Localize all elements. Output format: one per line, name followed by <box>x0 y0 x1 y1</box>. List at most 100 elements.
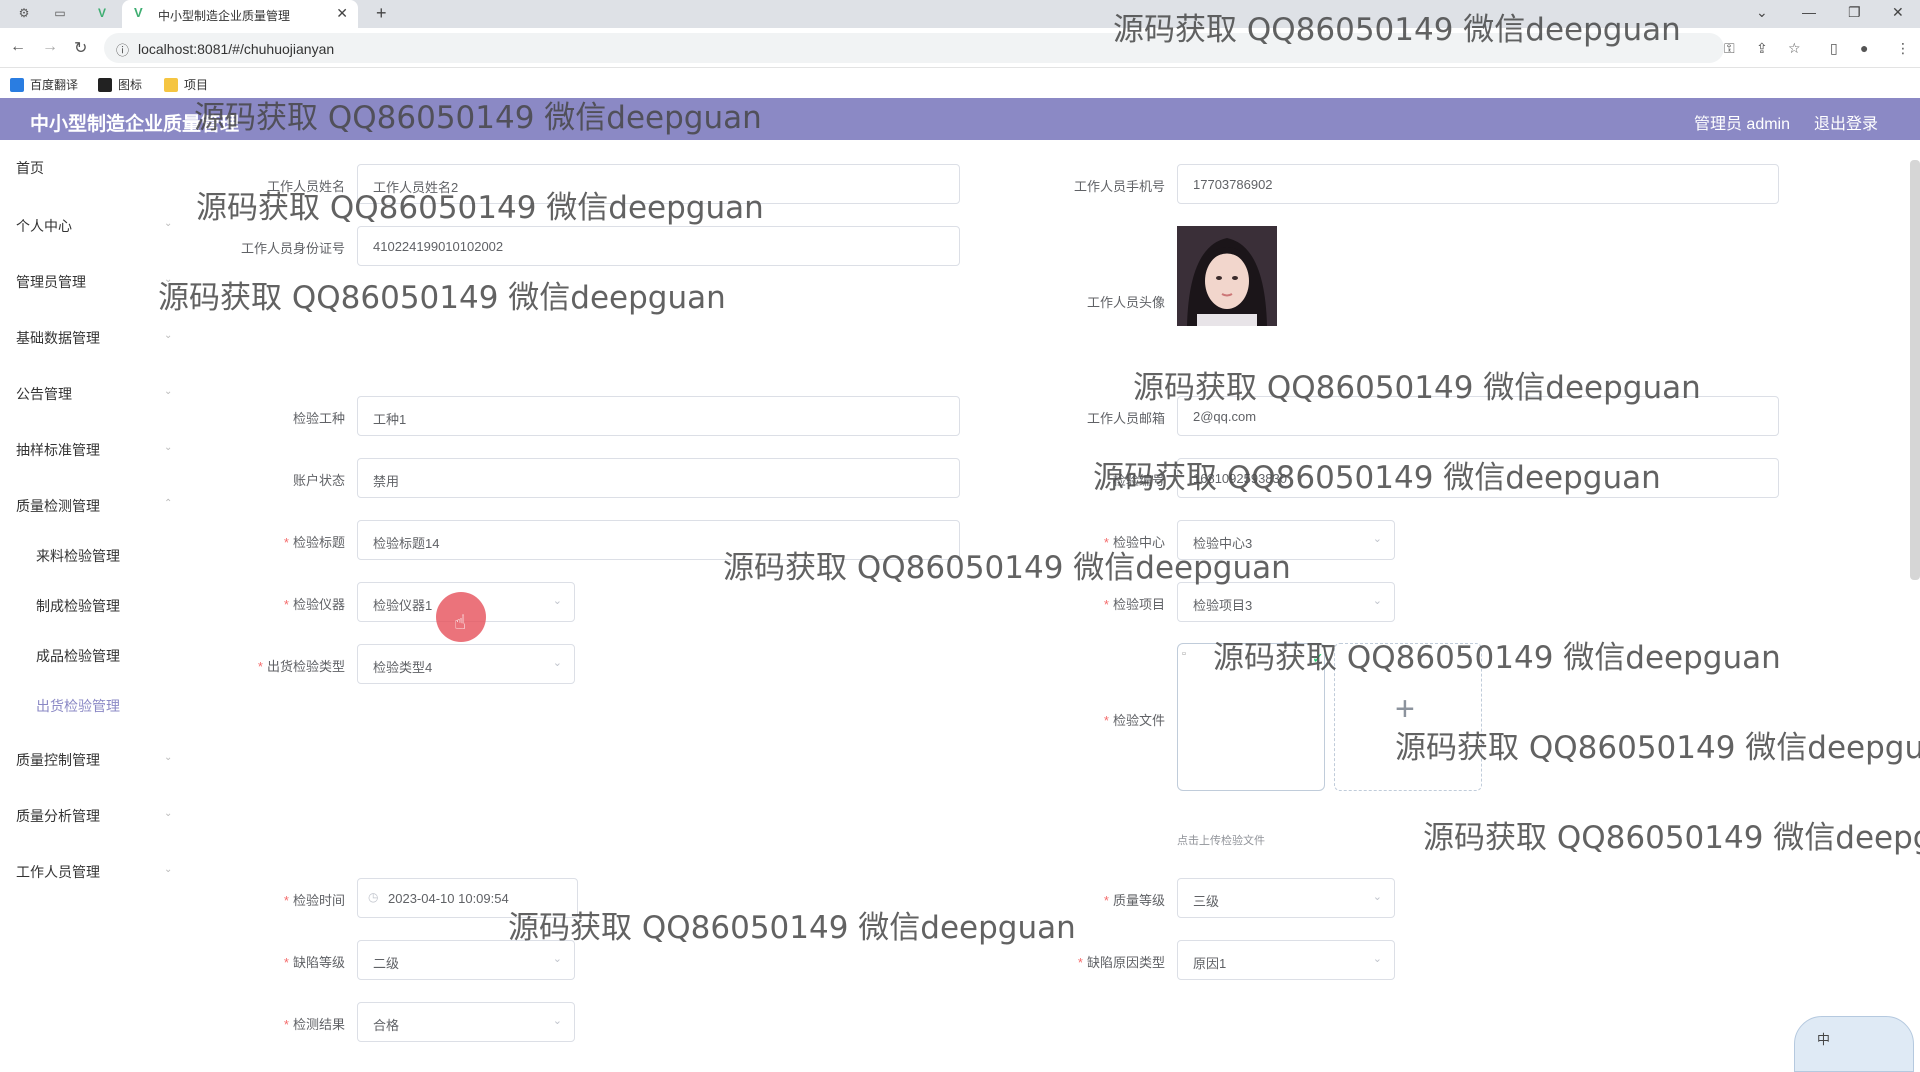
chevron-down-icon: ⌄ <box>1372 595 1382 607</box>
chevron-up-icon: ⌃ <box>164 498 173 509</box>
quality-grade-select[interactable]: 三级 ⌄ <box>1177 878 1395 918</box>
url-field[interactable]: ⓘ localhost:8081/#/chuhuojianyan <box>104 33 1724 63</box>
minimize-icon[interactable]: — <box>1802 4 1816 20</box>
account-status-field[interactable]: 禁用 <box>357 458 960 498</box>
sidebar-item-personal[interactable]: 个人中心 <box>16 216 72 236</box>
key-icon[interactable]: ⚿ <box>1724 40 1735 57</box>
side-panel-icon[interactable]: ▯ <box>1830 40 1838 57</box>
defect-level-label-text: 缺陷等级 <box>292 955 345 970</box>
label-staff-idcard: 工作人员身份证号 <box>240 241 345 256</box>
active-tab[interactable]: V 中小型制造企业质量管理 ✕ <box>122 0 358 28</box>
staff-name-value: 工作人员姓名2 <box>373 180 459 195</box>
inspection-item-select[interactable]: 检验项目3 ⌄ <box>1177 582 1395 622</box>
sidebar-item-basedata[interactable]: 基础数据管理 <box>16 328 100 348</box>
vue-tab-icon[interactable]: V <box>94 5 110 21</box>
profile-icon[interactable]: ● <box>1860 40 1868 56</box>
window-close-icon[interactable]: ✕ <box>1892 4 1904 21</box>
app-header: 中小型制造企业质量管理 管理员 admin 退出登录 <box>0 98 1920 140</box>
tab-close-icon[interactable]: ✕ <box>336 5 348 22</box>
tab-title: 中小型制造企业质量管理 <box>158 9 291 23</box>
sidebar-subitem-finished[interactable]: 成品检验管理 <box>36 646 120 666</box>
chevron-down-icon: ⌄ <box>552 595 562 607</box>
watermark: 源码获取 QQ86050149 微信deepguan <box>158 280 726 316</box>
new-tab-icon[interactable]: + <box>376 3 387 24</box>
chevron-down-icon: ⌄ <box>164 218 173 229</box>
defect-cause-label-text: 缺陷原因类型 <box>1086 955 1165 970</box>
sidebar-item-quality-analysis[interactable]: 质量分析管理 <box>16 806 100 826</box>
chevron-down-icon: ⌄ <box>164 386 173 397</box>
chevron-down-icon: ⌄ <box>552 953 562 965</box>
reload-icon[interactable]: ↻ <box>74 38 87 58</box>
chevron-down-icon: ⌄ <box>1372 891 1382 903</box>
inspection-title-field[interactable]: 检验标题14 <box>357 520 960 560</box>
staff-phone-field[interactable]: 17703786902 <box>1177 164 1779 204</box>
work-type-field[interactable]: 工种1 <box>357 396 960 436</box>
label-inspection-file: * 检验文件 <box>1005 710 1165 729</box>
required-mark: * <box>1103 893 1109 908</box>
icon-site-icon <box>98 78 112 92</box>
label-shipment-type: * 出货检验类型 <box>185 656 345 675</box>
sidebar-item-home[interactable]: 首页 <box>16 158 44 178</box>
menu-kebab-icon[interactable]: ⋮ <box>1896 40 1910 57</box>
tab-search-icon[interactable]: ⌄ <box>1756 4 1768 21</box>
staff-email-field[interactable]: 2@qq.com <box>1177 396 1779 436</box>
forward-icon[interactable]: → <box>42 38 58 56</box>
defect-level-select[interactable]: 二级 ⌄ <box>357 940 575 980</box>
staff-idcard-field[interactable]: 410224199010102002 <box>357 226 960 266</box>
inspection-number-field[interactable]: 1681092593830 <box>1177 458 1779 498</box>
site-info-icon[interactable]: ⓘ <box>116 40 129 59</box>
page-scrollbar[interactable] <box>1910 160 1920 580</box>
label-quality-grade: * 质量等级 <box>1005 890 1165 909</box>
sidebar-item-sampling[interactable]: 抽样标准管理 <box>16 440 100 460</box>
sidebar-subitem-process[interactable]: 制成检验管理 <box>36 596 120 616</box>
upload-trigger[interactable]: + <box>1334 643 1482 791</box>
sidebar: 首页 个人中心 ⌄ 管理员管理 ⌄ 基础数据管理 ⌄ 公告管理 ⌄ 抽样标准管理… <box>0 140 180 1072</box>
restore-icon[interactable]: ❐ <box>1848 4 1861 21</box>
required-mark: * <box>1103 597 1109 612</box>
address-bar-row: ← → ↻ ⓘ localhost:8081/#/chuhuojianyan ⚿… <box>0 28 1920 68</box>
label-work-type: 检验工种 <box>292 411 345 426</box>
bookmark-baidu-translate[interactable]: 百度翻译 <box>10 76 78 93</box>
sidebar-item-notice[interactable]: 公告管理 <box>16 384 72 404</box>
logout-link[interactable]: 退出登录 <box>1814 110 1878 134</box>
label-test-result: * 检测结果 <box>185 1014 345 1033</box>
label-inspection-number: 检验编号 <box>1112 473 1165 488</box>
sidebar-subitem-shipment[interactable]: 出货检验管理 <box>36 696 120 716</box>
uploaded-file-thumbnail[interactable]: ▫ ✓ <box>1177 643 1325 791</box>
inspection-title-value: 检验标题14 <box>373 536 440 551</box>
browser-profile-icon[interactable]: ⚙ <box>16 5 32 21</box>
defect-cause-select[interactable]: 原因1 ⌄ <box>1177 940 1395 980</box>
bookmark-project[interactable]: 项目 <box>164 76 208 93</box>
ime-floating-widget[interactable]: 中 <box>1794 1016 1914 1072</box>
share-icon[interactable]: ⇪ <box>1756 40 1768 57</box>
sidebar-subitem-incoming[interactable]: 来料检验管理 <box>36 546 120 566</box>
watermark: 源码获取 QQ86050149 微信deepguan <box>508 910 1076 946</box>
required-mark: * <box>257 659 263 674</box>
work-type-value: 工种1 <box>373 412 407 427</box>
inspection-center-select[interactable]: 检验中心3 ⌄ <box>1177 520 1395 560</box>
chevron-down-icon: ⌄ <box>164 864 173 875</box>
bookmark-icons[interactable]: 图标 <box>98 76 142 93</box>
bookmarks-bar: 百度翻译 图标 项目 <box>0 68 1920 98</box>
chevron-down-icon: ⌄ <box>164 330 173 341</box>
inspection-time-picker[interactable]: ◷ 2023-04-10 10:09:54 <box>357 878 578 918</box>
test-result-select[interactable]: 合格 ⌄ <box>357 1002 575 1042</box>
sidebar-item-staff[interactable]: 工作人员管理 <box>16 862 100 882</box>
label-inspection-item: * 检验项目 <box>1005 594 1165 613</box>
chevron-down-icon: ⌄ <box>164 274 173 285</box>
chevron-down-icon: ⌄ <box>164 752 173 763</box>
sidebar-item-admin[interactable]: 管理员管理 <box>16 272 86 292</box>
sidebar-item-quality-inspection[interactable]: 质量检测管理 <box>16 496 100 516</box>
required-mark: * <box>283 597 289 612</box>
inspection-time-label-text: 检验时间 <box>292 893 345 908</box>
bookmark-star-icon[interactable]: ☆ <box>1788 40 1801 57</box>
test-result-label-text: 检测结果 <box>292 1017 345 1032</box>
back-icon[interactable]: ← <box>10 38 26 56</box>
avatar-portrait-icon <box>1177 226 1277 326</box>
shipment-type-select[interactable]: 检验类型4 ⌄ <box>357 644 575 684</box>
current-user: 管理员 admin <box>1693 116 1790 133</box>
sidebar-item-quality-control[interactable]: 质量控制管理 <box>16 750 100 770</box>
tab-icon-blank[interactable]: ▭ <box>52 5 68 21</box>
inspection-item-value: 检验项目3 <box>1193 598 1253 613</box>
staff-name-field[interactable]: 工作人员姓名2 <box>357 164 960 204</box>
